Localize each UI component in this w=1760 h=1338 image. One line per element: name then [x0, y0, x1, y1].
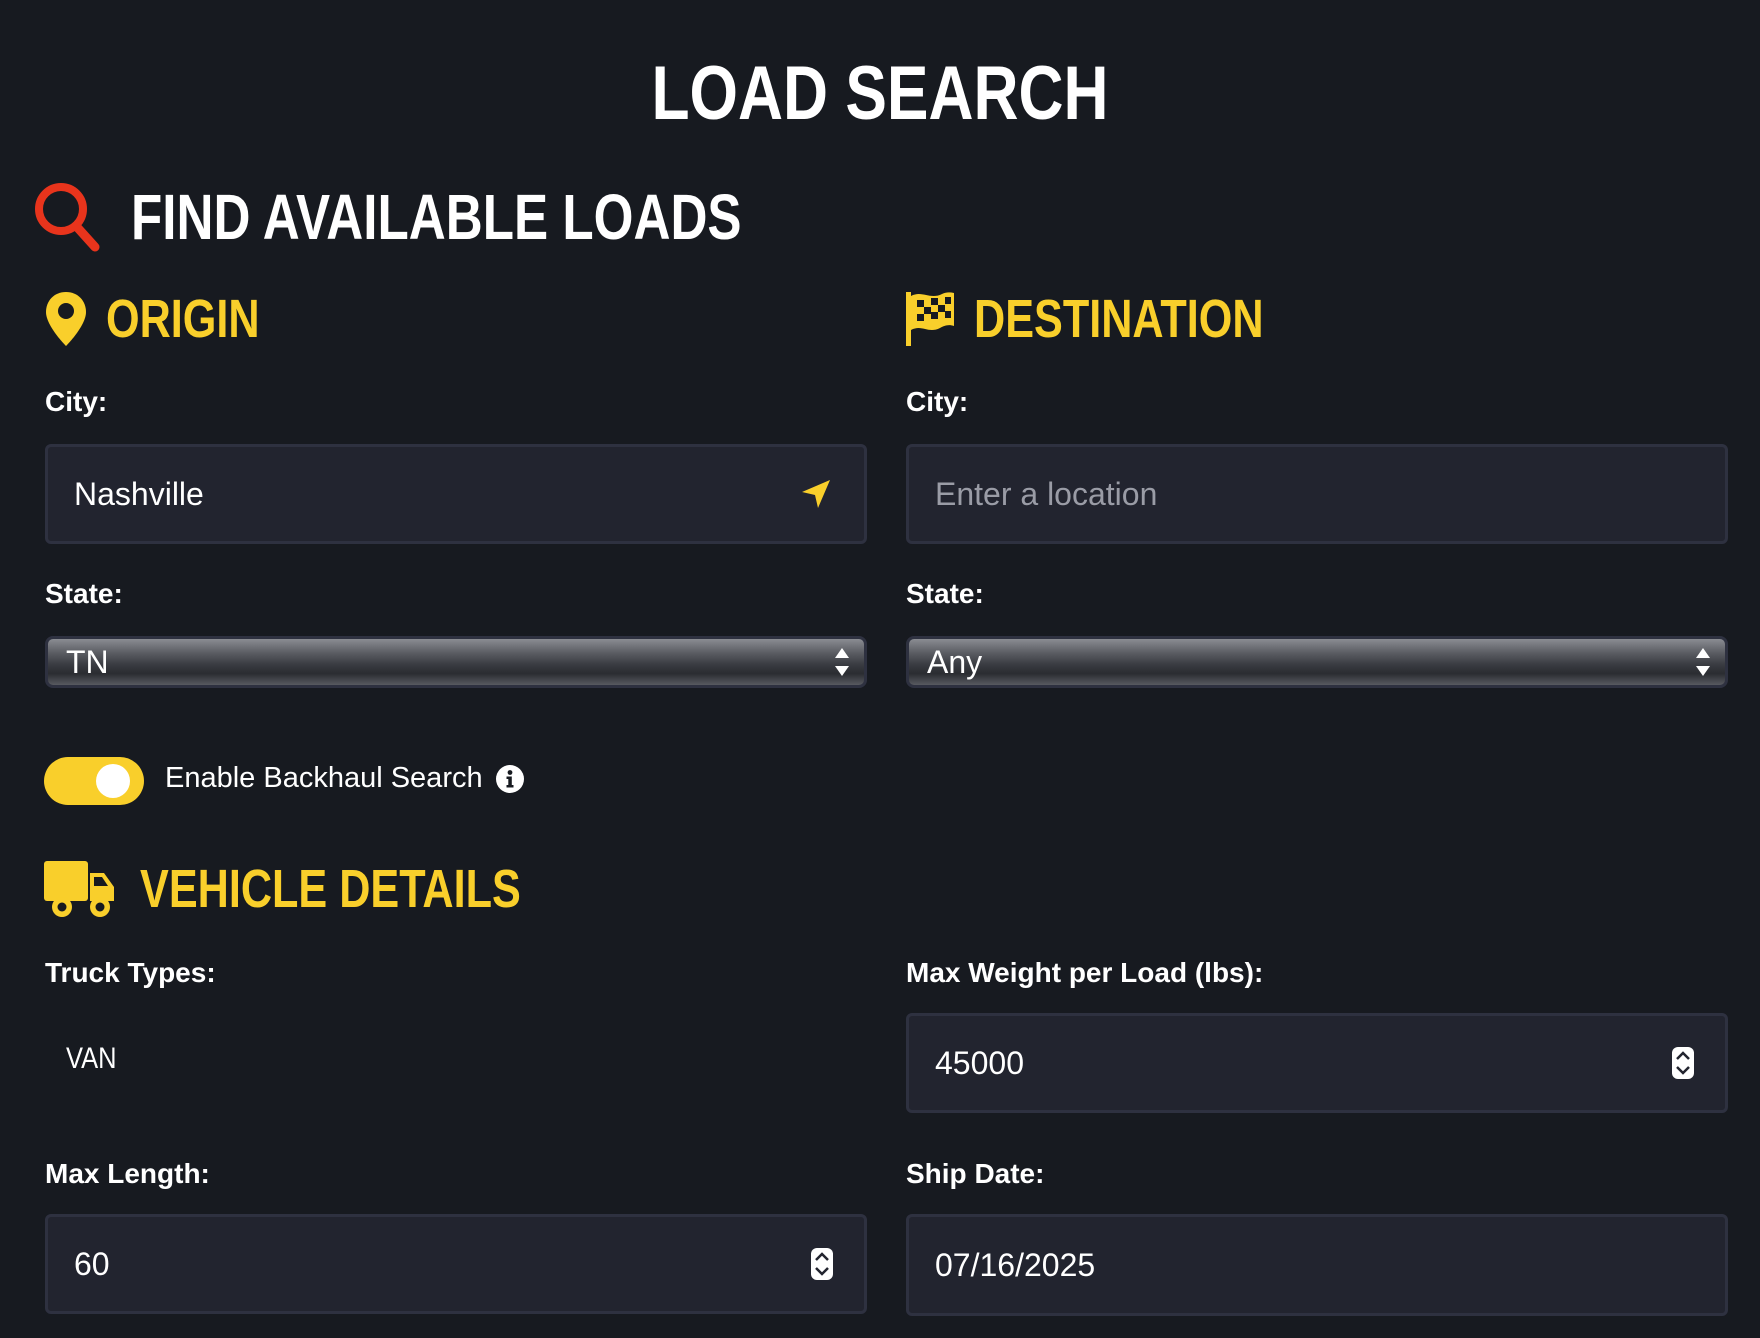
origin-city-input[interactable]: Nashville	[45, 444, 867, 544]
search-icon	[35, 183, 100, 252]
backhaul-label: Enable Backhaul Search	[165, 762, 483, 794]
origin-state-value: TN	[66, 643, 109, 680]
origin-city-label: City:	[45, 386, 108, 417]
origin-state-select[interactable]: TN	[45, 636, 867, 688]
find-loads-header: FIND AVAILABLE LOADS	[33, 180, 894, 254]
truck-type-tag[interactable]: VAN	[66, 1042, 117, 1076]
destination-state-value: Any	[927, 643, 983, 680]
vehicle-details-title: VEHICLE DETAILS	[140, 859, 521, 919]
vehicle-details-header: VEHICLE DETAILS	[44, 858, 616, 920]
select-arrows-icon	[835, 648, 849, 676]
toggle-knob	[96, 764, 130, 798]
backhaul-toggle[interactable]	[44, 757, 144, 805]
page-title: LOAD SEARCH	[651, 51, 1109, 136]
max-length-value: 60	[74, 1245, 110, 1282]
max-weight-value: 45000	[935, 1044, 1024, 1081]
destination-city-label: City:	[906, 386, 969, 417]
map-pin-icon	[46, 292, 86, 346]
destination-state-label: State:	[906, 578, 984, 609]
backhaul-label-row: Enable Backhaul Search	[165, 762, 525, 795]
destination-city-input[interactable]: Enter a location	[906, 444, 1728, 544]
info-icon[interactable]	[495, 764, 525, 794]
find-loads-title: FIND AVAILABLE LOADS	[131, 181, 742, 253]
checkered-flag-icon	[906, 292, 954, 346]
ship-date-value: 07/16/2025	[935, 1246, 1096, 1283]
origin-title: ORIGIN	[106, 289, 260, 349]
destination-state-select[interactable]: Any	[906, 636, 1728, 688]
destination-city-placeholder: Enter a location	[935, 475, 1158, 512]
max-length-label: Max Length:	[45, 1158, 210, 1189]
number-spinner-icon[interactable]	[1671, 1046, 1695, 1080]
location-arrow-icon[interactable]	[798, 476, 834, 512]
select-arrows-icon	[1696, 648, 1710, 676]
destination-header: DESTINATION	[904, 288, 1336, 350]
ship-date-input[interactable]: 07/16/2025	[906, 1214, 1728, 1316]
truck-types-label: Truck Types:	[45, 957, 216, 988]
max-weight-label: Max Weight per Load (lbs):	[906, 957, 1264, 988]
origin-header: ORIGIN	[44, 288, 298, 350]
ship-date-label: Ship Date:	[906, 1158, 1045, 1189]
load-search-page: LOAD SEARCH FIND AVAILABLE LOADS ORIGIN …	[0, 0, 1760, 1338]
max-length-input[interactable]: 60	[45, 1214, 867, 1314]
number-spinner-icon[interactable]	[810, 1247, 834, 1281]
truck-icon	[44, 861, 114, 917]
origin-state-label: State:	[45, 578, 123, 609]
origin-city-value: Nashville	[74, 475, 204, 512]
max-weight-input[interactable]: 45000	[906, 1013, 1728, 1113]
destination-title: DESTINATION	[974, 289, 1264, 349]
